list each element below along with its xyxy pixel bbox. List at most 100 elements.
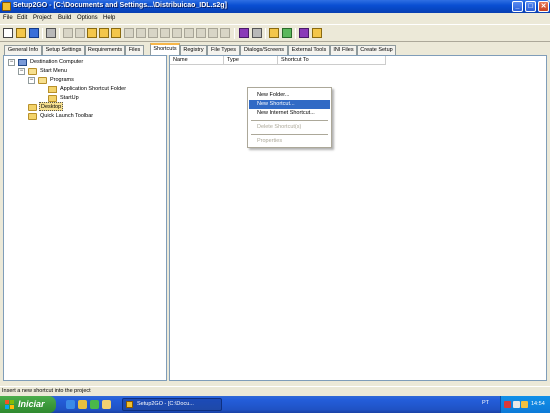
menu-item-new-internet-shortcut[interactable]: New Internet Shortcut... bbox=[249, 109, 330, 118]
menu-edit[interactable]: Edit bbox=[17, 15, 27, 21]
folder-icon bbox=[48, 95, 57, 102]
menu-item-new-shortcut[interactable]: New Shortcut... bbox=[249, 100, 330, 109]
close-button[interactable]: ✕ bbox=[538, 1, 549, 12]
add-files-icon[interactable] bbox=[136, 28, 146, 38]
new-internet-shortcut-icon[interactable] bbox=[111, 28, 121, 38]
toolbar-separator bbox=[234, 28, 235, 39]
tree-item-start-menu[interactable]: − Start Menu bbox=[18, 67, 158, 76]
tree-item-destination-computer[interactable]: − Destination Computer bbox=[8, 58, 158, 67]
taskbar-button-setup2go[interactable]: Setup2GO - [C:\Docu... bbox=[122, 398, 222, 411]
copy-icon[interactable] bbox=[75, 28, 85, 38]
show-desktop-icon[interactable] bbox=[90, 400, 99, 409]
move-down-icon[interactable] bbox=[184, 28, 194, 38]
info-icon[interactable] bbox=[252, 28, 262, 38]
app-icon[interactable] bbox=[2, 2, 11, 11]
collapse-icon[interactable]: − bbox=[8, 59, 15, 66]
tray-volume-icon[interactable] bbox=[521, 401, 528, 408]
menu-build[interactable]: Build bbox=[58, 15, 71, 21]
save-icon[interactable] bbox=[29, 28, 39, 38]
tab-external-tools[interactable]: External Tools bbox=[288, 45, 330, 55]
column-header-type[interactable]: Type bbox=[224, 56, 278, 65]
folder-icon bbox=[48, 86, 57, 93]
delete-icon[interactable] bbox=[208, 28, 218, 38]
menu-item-new-folder[interactable]: New Folder... bbox=[249, 91, 330, 100]
tab-strip: General Info Setup Settings Requirements… bbox=[0, 43, 550, 55]
column-header-shortcut-to[interactable]: Shortcut To bbox=[278, 56, 386, 65]
menu-bar: File Edit Project Build Options Help bbox=[0, 13, 550, 24]
folder-open-icon bbox=[38, 77, 47, 84]
help-question-icon[interactable] bbox=[312, 28, 322, 38]
new-folder-icon[interactable] bbox=[87, 28, 97, 38]
shortcut-list[interactable]: Name Type Shortcut To bbox=[169, 55, 547, 381]
destination-tree[interactable]: − Destination Computer − Start Menu − Pr… bbox=[3, 55, 167, 381]
tab-ini-files[interactable]: INI Files bbox=[330, 45, 357, 55]
system-tray: 14:54 bbox=[500, 396, 550, 413]
tree-label: Programs bbox=[50, 77, 74, 83]
tray-network-icon[interactable] bbox=[513, 401, 520, 408]
menu-help[interactable]: Help bbox=[103, 15, 115, 21]
tab-registry[interactable]: Registry bbox=[180, 45, 207, 55]
maximize-button[interactable]: □ bbox=[525, 1, 536, 12]
status-bar: Insert a new shortcut into the project bbox=[0, 386, 550, 395]
menu-item-properties[interactable]: Properties bbox=[249, 137, 330, 146]
tab-dialogs-screens[interactable]: Dialogs/Screens bbox=[240, 45, 288, 55]
home-icon[interactable] bbox=[282, 28, 292, 38]
folder-icon bbox=[28, 113, 37, 120]
tab-shortcuts[interactable]: Shortcuts bbox=[150, 43, 180, 55]
column-header-name[interactable]: Name bbox=[170, 56, 224, 65]
toolbar-separator bbox=[265, 28, 266, 39]
menu-file[interactable]: File bbox=[3, 15, 13, 21]
folder-icon bbox=[28, 104, 37, 111]
add-file-icon[interactable] bbox=[124, 28, 134, 38]
collapse-icon[interactable]: − bbox=[18, 68, 25, 75]
tab-create-setup[interactable]: Create Setup bbox=[357, 45, 396, 55]
title-bar: Setup2GO - [C:\Documents and Settings...… bbox=[0, 0, 550, 13]
tray-security-icon[interactable] bbox=[504, 401, 511, 408]
tree-label: Desktop bbox=[39, 102, 64, 111]
help-book-icon[interactable] bbox=[299, 28, 309, 38]
tree-label: Destination Computer bbox=[30, 59, 84, 65]
tree-label: Quick Launch Toolbar bbox=[40, 113, 94, 119]
tab-requirements[interactable]: Requirements bbox=[85, 45, 125, 55]
add-directory-icon[interactable] bbox=[148, 28, 158, 38]
explorer-icon[interactable] bbox=[102, 400, 111, 409]
menu-item-delete-shortcuts[interactable]: Delete Shortcut(s) bbox=[249, 123, 330, 132]
toolbar-separator bbox=[295, 28, 296, 39]
tree-label: Start Menu bbox=[40, 68, 67, 74]
tree-item-programs[interactable]: − Programs bbox=[28, 76, 158, 85]
menu-separator bbox=[251, 134, 328, 135]
minimize-button[interactable]: _ bbox=[512, 1, 523, 12]
properties-icon[interactable] bbox=[220, 28, 230, 38]
cut-icon[interactable] bbox=[63, 28, 73, 38]
language-indicator[interactable]: PT bbox=[482, 400, 489, 406]
menu-options[interactable]: Options bbox=[77, 15, 98, 21]
tree-label: Application Shortcut Folder bbox=[60, 86, 127, 92]
tab-file-types[interactable]: File Types bbox=[207, 45, 240, 55]
open-folder-icon[interactable] bbox=[16, 28, 26, 38]
dialog-preview-icon[interactable] bbox=[239, 28, 249, 38]
key-icon[interactable] bbox=[269, 28, 279, 38]
tree-item-desktop[interactable]: Desktop bbox=[28, 102, 88, 112]
new-file-icon[interactable] bbox=[3, 28, 13, 38]
tree-item-quick-launch-toolbar[interactable]: Quick Launch Toolbar bbox=[28, 112, 128, 121]
folder-open-icon bbox=[28, 68, 37, 75]
tab-setup-settings[interactable]: Setup Settings bbox=[42, 45, 85, 55]
tree-item-application-shortcut-folder[interactable]: Application Shortcut Folder bbox=[48, 85, 163, 94]
remove-icon[interactable] bbox=[160, 28, 170, 38]
tab-general-info[interactable]: General Info bbox=[4, 45, 42, 55]
tab-files[interactable]: Files bbox=[125, 45, 144, 55]
new-shortcut-icon[interactable] bbox=[99, 28, 109, 38]
wizard-icon[interactable] bbox=[46, 28, 56, 38]
app-icon bbox=[126, 401, 133, 408]
media-player-icon[interactable] bbox=[78, 400, 87, 409]
toolbar-separator bbox=[42, 28, 43, 39]
internet-explorer-icon[interactable] bbox=[66, 400, 75, 409]
move-up-icon[interactable] bbox=[172, 28, 182, 38]
clock[interactable]: 14:54 bbox=[531, 401, 545, 407]
context-menu: New Folder... New Shortcut... New Intern… bbox=[247, 87, 332, 148]
edit-icon[interactable] bbox=[196, 28, 206, 38]
menu-project[interactable]: Project bbox=[33, 15, 52, 21]
start-button[interactable]: Iniciar bbox=[0, 396, 56, 413]
window-title: Setup2GO - [C:\Documents and Settings...… bbox=[13, 2, 227, 9]
collapse-icon[interactable]: − bbox=[28, 77, 35, 84]
